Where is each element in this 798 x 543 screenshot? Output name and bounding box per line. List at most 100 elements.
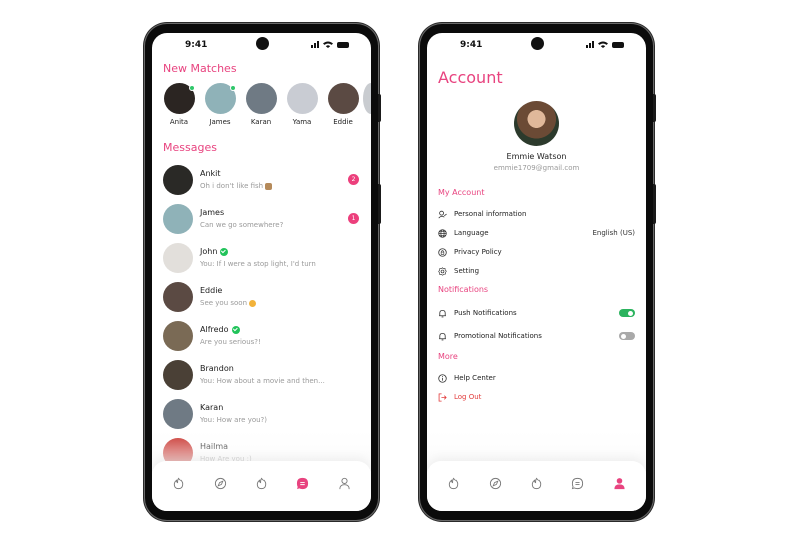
menu-help-center[interactable]: Help Center <box>438 371 635 385</box>
battery-icon <box>612 42 624 48</box>
account-screen: 9:41 Account Emmie Watson emmie1709@gmai… <box>427 33 646 511</box>
message-preview: See you soon <box>200 299 248 307</box>
avatar <box>163 203 193 234</box>
avatar <box>163 164 193 195</box>
chat-icon <box>296 477 309 490</box>
promotional-notifications-toggle[interactable] <box>619 332 635 340</box>
section-notifications: Notifications <box>438 285 489 294</box>
match-name: Karan <box>250 118 272 126</box>
message-preview: Can we go somewhere? <box>200 221 284 229</box>
menu-label: Log Out <box>454 393 482 401</box>
contact-name: Brandon <box>200 364 234 373</box>
globe-icon <box>438 228 447 238</box>
match-item[interactable]: James <box>203 83 237 126</box>
volume-button <box>653 94 656 122</box>
contact-name: Karan <box>200 403 224 412</box>
profile-avatar[interactable] <box>513 101 559 146</box>
match-item[interactable]: Anita <box>162 83 196 126</box>
conversation-item[interactable]: James Can we go somewhere? 1 <box>163 199 361 238</box>
signal-icon <box>311 41 319 48</box>
nav-item-compass[interactable] <box>484 472 506 494</box>
menu-language[interactable]: Language English (US) <box>438 226 635 240</box>
gear-icon <box>438 266 447 276</box>
menu-label: Personal information <box>454 210 527 218</box>
match-item[interactable]: Karan <box>244 83 278 126</box>
menu-setting[interactable]: Setting <box>438 264 635 278</box>
unread-badge: 2 <box>348 174 359 185</box>
logout-icon <box>438 392 447 402</box>
nav-item-flame[interactable] <box>525 472 547 494</box>
volume-button <box>378 94 381 122</box>
avatar <box>163 281 193 312</box>
info-icon <box>438 373 447 383</box>
menu-privacy-policy[interactable]: Privacy Policy <box>438 245 635 259</box>
online-indicator <box>229 85 236 91</box>
message-preview: Oh i don't like fish <box>200 182 264 190</box>
menu-label: Push Notifications <box>454 309 517 317</box>
menu-push-notifications: Push Notifications <box>438 306 635 320</box>
page-title: Account <box>438 68 503 87</box>
menu-label: Promotional Notifications <box>454 332 542 340</box>
logout-button[interactable]: Log Out <box>438 390 635 404</box>
status-time: 9:41 <box>185 40 208 50</box>
status-bar: 9:41 <box>427 33 646 59</box>
profile-icon <box>338 477 351 490</box>
avatar <box>163 359 193 390</box>
message-preview: You: How about a movie and then... <box>200 377 325 385</box>
phone-messages: 9:41 New Matches Anita James Karan Yama Eddi… <box>145 24 381 520</box>
conversation-item[interactable]: Eddie See you soon <box>163 277 361 316</box>
bottom-nav <box>427 461 646 511</box>
conversation-item[interactable]: Karan You: How are you?) <box>163 394 361 433</box>
flame-icon <box>255 477 268 490</box>
nav-item-flame[interactable] <box>168 472 190 494</box>
user-edit-icon <box>438 210 447 218</box>
status-bar: 9:41 <box>152 33 371 59</box>
new-matches-title: New Matches <box>163 62 237 75</box>
flame-icon <box>447 477 460 490</box>
camera-cutout <box>530 37 544 50</box>
conversation-item[interactable]: Brandon You: How about a movie and then..… <box>163 355 361 394</box>
menu-personal-information[interactable]: Personal information <box>438 207 635 221</box>
conversation-item[interactable]: John You: If I were a stop light, I'd tur… <box>163 238 361 277</box>
nav-item-profile[interactable] <box>333 472 355 494</box>
match-avatar-partial[interactable] <box>363 83 371 114</box>
contact-name: Eddie <box>200 286 223 295</box>
conversation-item[interactable]: Ankit Oh i don't like fish 2 <box>163 160 361 199</box>
message-preview: You: If I were a stop light, I'd turn <box>200 260 316 268</box>
online-indicator <box>188 85 195 91</box>
match-item[interactable]: Yama <box>285 83 319 126</box>
nav-item-profile-active[interactable] <box>608 472 630 494</box>
camera-cutout <box>255 37 269 50</box>
new-matches-list: Anita James Karan Yama Eddie <box>162 83 360 126</box>
contact-name: John <box>200 247 218 256</box>
match-name: Anita <box>169 118 189 126</box>
contact-name: James <box>200 208 225 217</box>
nav-item-flame[interactable] <box>250 472 272 494</box>
menu-label: Privacy Policy <box>454 248 502 256</box>
profile-icon <box>613 477 626 490</box>
bell-icon <box>439 309 446 317</box>
match-item[interactable]: Eddie <box>326 83 360 126</box>
language-value: English (US) <box>592 229 635 237</box>
privacy-icon <box>438 247 447 257</box>
flame-icon <box>172 477 185 490</box>
profile-name: Emmie Watson <box>506 152 567 161</box>
avatar <box>163 398 193 429</box>
phone-account: 9:41 Account Emmie Watson emmie1709@gmai… <box>420 24 656 520</box>
power-button <box>653 184 656 224</box>
chat-icon <box>571 477 584 490</box>
nav-item-chat-active[interactable] <box>292 472 314 494</box>
compass-icon <box>489 477 502 490</box>
power-button <box>378 184 381 224</box>
section-my-account: My Account <box>438 188 485 197</box>
push-notifications-toggle[interactable] <box>619 309 635 317</box>
nav-item-chat[interactable] <box>567 472 589 494</box>
contact-name: Ankit <box>200 169 221 178</box>
conversation-item[interactable]: Alfredo Are you serious?! <box>163 316 361 355</box>
avatar <box>163 320 193 351</box>
wifi-icon <box>598 41 608 48</box>
nav-item-compass[interactable] <box>209 472 231 494</box>
messages-list: Ankit Oh i don't like fish 2 James Can we go… <box>163 160 361 472</box>
match-name: Yama <box>292 118 312 126</box>
nav-item-flame[interactable] <box>443 472 465 494</box>
